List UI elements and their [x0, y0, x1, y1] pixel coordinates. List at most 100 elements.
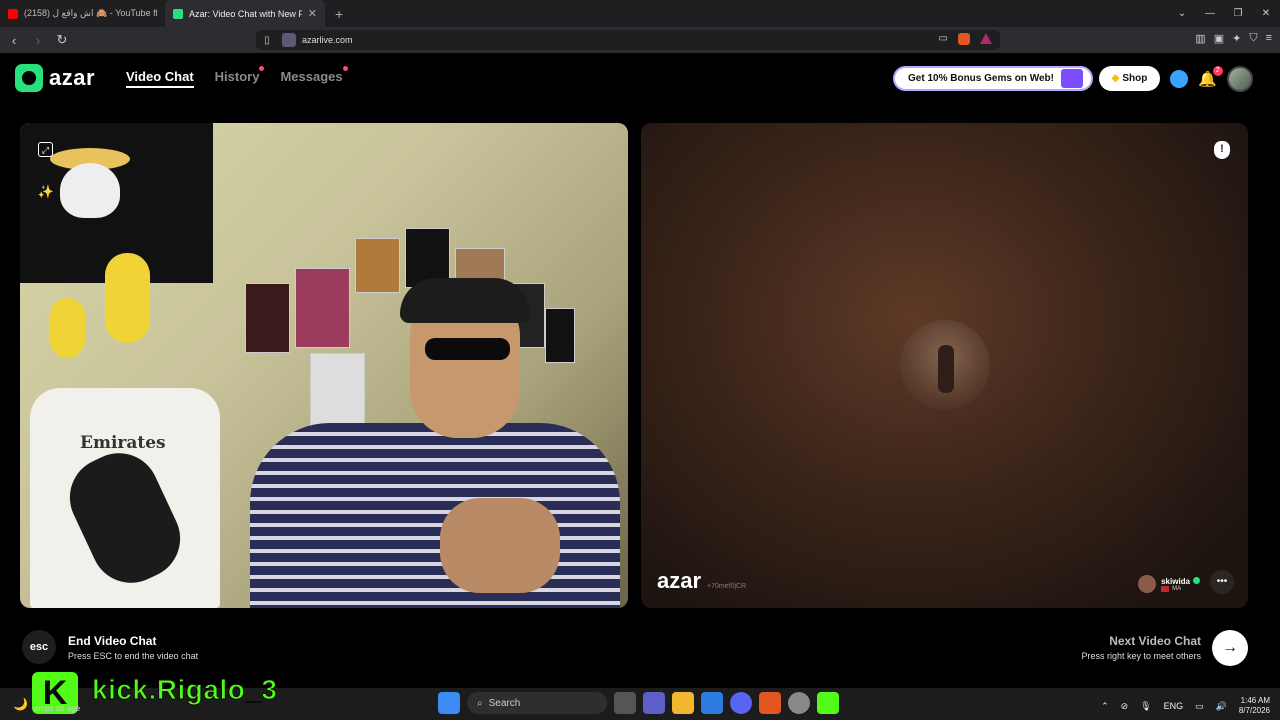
wallet-icon[interactable]: ▣ — [1214, 32, 1224, 45]
weather-text: emps de age — [34, 704, 81, 713]
profile-avatar[interactable] — [1226, 66, 1253, 92]
poster — [545, 308, 575, 363]
menu-icon[interactable]: ≡ — [1266, 32, 1272, 45]
poster — [295, 268, 350, 348]
tray-overflow-icon[interactable]: ⌃ — [1101, 701, 1109, 712]
tab-azar[interactable]: Azar: Video Chat with New P... ✕ — [165, 0, 325, 27]
display-icon[interactable]: ▭ — [1195, 701, 1204, 712]
kick-app-icon[interactable] — [817, 692, 839, 714]
end-chat-title: End Video Chat — [68, 634, 157, 648]
unread-dot — [342, 66, 348, 71]
message-icon[interactable]: ••• — [1210, 570, 1234, 594]
url-text[interactable]: azarlive.com — [302, 35, 353, 45]
taskbar-search[interactable]: ⌕ Search — [467, 692, 607, 714]
task-view-icon[interactable] — [614, 692, 636, 714]
nav-history[interactable]: History — [215, 66, 265, 88]
header-icons: 🔔 2 — [1170, 66, 1253, 92]
minion-plush-small — [50, 298, 85, 358]
report-icon[interactable]: ! — [1214, 141, 1230, 159]
reload-icon[interactable]: ↻ — [52, 32, 72, 48]
sunglasses — [425, 338, 510, 360]
kick-channel-name: kick.Rigalo_3 — [91, 674, 278, 706]
minion-plush — [105, 253, 150, 343]
clock-time: 1:46 AM — [1240, 696, 1270, 705]
close-window-button[interactable]: ✕ — [1252, 8, 1280, 19]
shop-button[interactable]: ◆ Shop — [1099, 66, 1160, 91]
remote-user-avatar — [900, 320, 990, 410]
nav-messages[interactable]: Messages — [280, 66, 348, 88]
logo-text: azar — [49, 65, 96, 90]
cast-icon[interactable]: ▭ — [939, 33, 948, 45]
close-tab-icon[interactable]: ✕ — [308, 7, 317, 20]
teams-icon[interactable] — [643, 692, 665, 714]
discord-icon[interactable] — [730, 692, 752, 714]
taskbar-apps: ⌕ Search — [438, 692, 839, 714]
brave-icon[interactable] — [759, 692, 781, 714]
person-shirt — [250, 423, 620, 608]
sidebar-icon[interactable]: ▥ — [1195, 32, 1205, 45]
brave-rewards-icon[interactable] — [980, 33, 992, 44]
effects-wand-icon[interactable]: ✨ — [37, 183, 55, 201]
peer-country: MA — [1172, 585, 1182, 592]
start-icon[interactable] — [438, 692, 460, 714]
browser-toolbar: ‹ › ↻ ▯ azarlive.com ▭ ▥ ▣ ✦ ⛉ ≡ — [0, 27, 1280, 53]
remote-video: ! azar +70mef0jCR skiwida MA ••• — [641, 123, 1248, 608]
skull — [60, 163, 120, 218]
morocco-flag-icon — [1161, 585, 1170, 592]
nav-messages-label: Messages — [280, 69, 343, 84]
peer-info[interactable]: skiwida MA — [1138, 575, 1200, 593]
browser-tab-bar: (2158) اش واقع ل 🙈 - YouTube ‎flow Azar:… — [0, 0, 1280, 27]
nav-video-chat[interactable]: Video Chat — [126, 69, 194, 88]
person-cap — [400, 278, 530, 323]
next-chat-button[interactable]: → — [1212, 630, 1248, 666]
watermark-logo: azar — [657, 568, 702, 593]
azar-logo-icon — [15, 64, 43, 92]
back-icon[interactable]: ‹ — [4, 33, 24, 48]
new-tab-button[interactable]: + — [335, 6, 343, 22]
person-hand — [440, 498, 560, 593]
azar-logo[interactable]: azar — [15, 64, 95, 92]
fullscreen-icon[interactable]: ⤢ — [38, 142, 53, 157]
language-indicator[interactable]: ENG — [1164, 701, 1184, 711]
file-explorer-icon[interactable] — [672, 692, 694, 714]
mic-icon[interactable]: 🎙 — [1140, 701, 1151, 712]
address-bar[interactable]: ▯ azarlive.com ▭ — [256, 30, 1000, 50]
gem-icon: ◆ — [1111, 73, 1120, 84]
browser-tools: ▥ ▣ ✦ ⛉ ≡ — [1195, 32, 1272, 45]
volume-icon[interactable]: 🔊 — [1216, 701, 1227, 712]
chat-icon[interactable] — [1170, 70, 1188, 88]
site-info-icon[interactable] — [282, 33, 296, 47]
promo-text: Get 10% Bonus Gems on Web! — [908, 73, 1054, 84]
end-chat-hint: Press ESC to end the video chat — [68, 651, 199, 661]
obs-icon[interactable] — [788, 692, 810, 714]
next-chat-title: Next Video Chat — [1109, 634, 1201, 648]
end-chat-button[interactable]: esc — [22, 630, 56, 664]
poster — [310, 353, 365, 428]
clock-date: 8/7/2026 — [1238, 706, 1270, 715]
avatar-figure — [938, 345, 954, 393]
azar-watermark: azar +70mef0jCR — [657, 568, 746, 594]
verified-icon — [1193, 576, 1200, 584]
leo-ai-icon[interactable]: ✦ — [1232, 32, 1241, 45]
bonus-gems-button[interactable]: Get 10% Bonus Gems on Web! — [893, 66, 1093, 91]
search-icon: ⌕ — [477, 697, 483, 709]
bookmark-icon[interactable]: ▯ — [256, 35, 278, 46]
minimize-button[interactable]: — — [1196, 8, 1224, 19]
tab-youtube[interactable]: (2158) اش واقع ل 🙈 - YouTube ‎flow — [0, 0, 165, 27]
maximize-button[interactable]: ❐ — [1224, 8, 1252, 19]
peer-avatar — [1138, 575, 1157, 593]
poster — [355, 238, 400, 293]
tab-search-icon[interactable]: ⌄ — [1168, 8, 1196, 19]
clock[interactable]: 1:46 AM 8/7/2026 — [1239, 696, 1270, 716]
brave-shields-icon[interactable] — [958, 33, 970, 45]
weather-moon-icon: 🌙 — [13, 697, 28, 711]
forward-icon[interactable]: › — [28, 33, 48, 48]
network-icon[interactable]: ⊘ — [1121, 701, 1129, 712]
peer-name-row: skiwida — [1161, 576, 1200, 586]
poster — [245, 283, 290, 353]
store-icon[interactable] — [701, 692, 723, 714]
azar-favicon-icon — [173, 8, 183, 19]
vpn-icon[interactable]: ⛉ — [1249, 32, 1257, 45]
notifications-button[interactable]: 🔔 2 — [1198, 66, 1223, 88]
peer-location: MA — [1161, 585, 1200, 592]
